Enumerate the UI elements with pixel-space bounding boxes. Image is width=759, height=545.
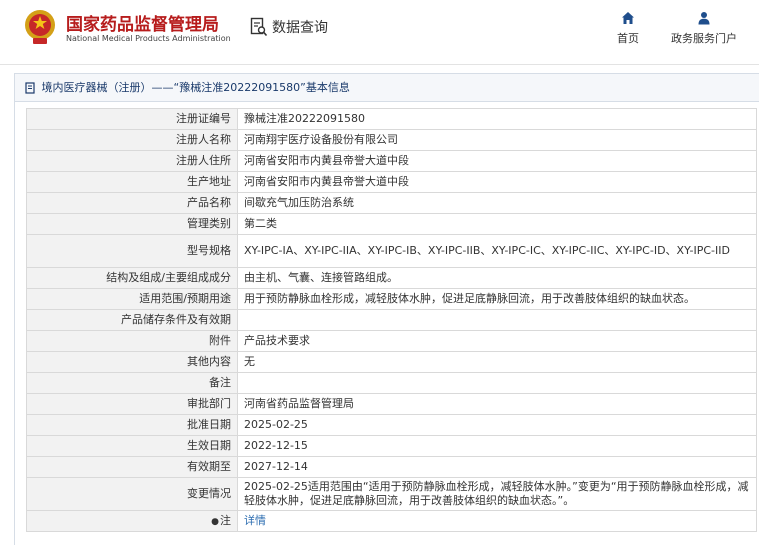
home-icon xyxy=(622,12,634,24)
field-label: 产品储存条件及有效期 xyxy=(26,309,238,331)
field-value: 2022-12-15 xyxy=(237,435,757,457)
table-row: 产品名称 间歇充气加压防治系统 xyxy=(26,192,757,214)
table-row: 注册人住所 河南省安阳市内黄县帝誉大道中段 xyxy=(26,150,757,172)
field-value: 第二类 xyxy=(237,213,757,235)
user-icon xyxy=(698,12,710,25)
data-query-label: 数据查询 xyxy=(272,20,328,36)
field-label: 生效日期 xyxy=(26,435,238,457)
table-row: 备注 xyxy=(26,372,757,394)
field-value: 河南省药品监督管理局 xyxy=(237,393,757,415)
bullet-icon: ● xyxy=(211,516,219,527)
table-row: 适用范围/预期用途 用于预防静脉血栓形成，减轻肢体水肿，促进足底静脉回流，用于改善… xyxy=(26,288,757,310)
field-label: 生产地址 xyxy=(26,171,238,193)
data-query-link[interactable]: 数据查询 xyxy=(250,14,328,40)
field-value: 用于预防静脉血栓形成，减轻肢体水肿，促进足底静脉回流，用于改善肢体组织的缺血状态… xyxy=(237,288,757,310)
field-label: 批准日期 xyxy=(26,414,238,436)
table-row: 生产地址 河南省安阳市内黄县帝誉大道中段 xyxy=(26,171,757,193)
table-row: 型号规格 XY-IPC-IA、XY-IPC-IIA、XY-IPC-IB、XY-IP… xyxy=(26,234,757,268)
details-link[interactable]: 详情 xyxy=(244,514,266,527)
note-label-cell: ●注 xyxy=(26,510,238,532)
field-value: 河南翔宇医疗设备股份有限公司 xyxy=(237,129,757,151)
national-emblem-logo xyxy=(25,10,55,44)
table-row: 结构及组成/主要组成成分 由主机、气囊、连接管路组成。 xyxy=(26,267,757,289)
registration-info-table: 注册证编号 豫械注准20222091580 注册人名称 河南翔宇医疗设备股份有限公司… xyxy=(26,108,757,532)
field-value: 无 xyxy=(237,351,757,373)
nav-home-label: 首页 xyxy=(617,32,639,45)
field-label: 注册证编号 xyxy=(26,108,238,130)
field-label: 型号规格 xyxy=(26,234,238,268)
table-row: 变更情况 2025-02-25适用范围由“适用于预防静脉血栓形成，减轻肢体水肿。”… xyxy=(26,477,757,511)
field-label: 结构及组成/主要组成成分 xyxy=(26,267,238,289)
field-value xyxy=(237,309,757,331)
field-label: 审批部门 xyxy=(26,393,238,415)
panel-title: 境内医疗器械（注册）——“豫械注准20222091580”基本信息 xyxy=(41,81,350,94)
table-row: 生效日期 2022-12-15 xyxy=(26,435,757,457)
field-value xyxy=(237,372,757,394)
table-row: 产品储存条件及有效期 xyxy=(26,309,757,331)
field-value: 2025-02-25适用范围由“适用于预防静脉血栓形成，减轻肢体水肿。”变更为“… xyxy=(237,477,757,511)
panel-title-bar: 境内医疗器械（注册）——“豫械注准20222091580”基本信息 xyxy=(15,74,759,102)
field-label: 其他内容 xyxy=(26,351,238,373)
table-row: 其他内容无 xyxy=(26,351,757,373)
note-label: 注 xyxy=(220,513,231,527)
search-document-icon xyxy=(250,17,268,37)
table-row: 批准日期 2025-02-25 xyxy=(26,414,757,436)
field-label: 有效期至 xyxy=(26,456,238,478)
field-label: 注册人名称 xyxy=(26,129,238,151)
nav-service-portal[interactable]: 政务服务门户 xyxy=(664,8,744,46)
field-value: 2027-12-14 xyxy=(237,456,757,478)
field-label: 变更情况 xyxy=(26,477,238,511)
brand-name-cn[interactable]: 国家药品监督管理局 xyxy=(66,10,219,35)
field-value: 由主机、气囊、连接管路组成。 xyxy=(237,267,757,289)
field-value: 产品技术要求 xyxy=(237,330,757,352)
field-value: 河南省安阳市内黄县帝誉大道中段 xyxy=(237,150,757,172)
note-row: ●注 详情 xyxy=(26,510,757,532)
field-label: 备注 xyxy=(26,372,238,394)
field-label: 产品名称 xyxy=(26,192,238,214)
field-label: 适用范围/预期用途 xyxy=(26,288,238,310)
table-row: 审批部门 河南省药品监督管理局 xyxy=(26,393,757,415)
field-value: 2025-02-25 xyxy=(237,414,757,436)
table-row: 管理类别 第二类 xyxy=(26,213,757,235)
field-label: 管理类别 xyxy=(26,213,238,235)
nav-service-portal-label: 政务服务门户 xyxy=(671,32,737,45)
table-row: 有效期至 2027-12-14 xyxy=(26,456,757,478)
field-value: 豫械注准20222091580 xyxy=(237,108,757,130)
table-row: 附件 产品技术要求 xyxy=(26,330,757,352)
nav-home[interactable]: 首页 xyxy=(608,8,648,46)
field-label: 附件 xyxy=(26,330,238,352)
field-value: 河南省安阳市内黄县帝誉大道中段 xyxy=(237,171,757,193)
field-label: 注册人住所 xyxy=(26,150,238,172)
brand-name-en: National Medical Products Administration xyxy=(66,34,231,43)
table-row: 注册证编号 豫械注准20222091580 xyxy=(26,108,757,130)
field-value: XY-IPC-IA、XY-IPC-IIA、XY-IPC-IB、XY-IPC-II… xyxy=(237,234,757,268)
note-value-cell: 详情 xyxy=(237,510,757,532)
table-row: 注册人名称 河南翔宇医疗设备股份有限公司 xyxy=(26,129,757,151)
site-header: 国家药品监督管理局 National Medical Products Admi… xyxy=(0,0,759,65)
document-icon xyxy=(25,82,35,94)
field-value: 间歇充气加压防治系统 xyxy=(237,192,757,214)
